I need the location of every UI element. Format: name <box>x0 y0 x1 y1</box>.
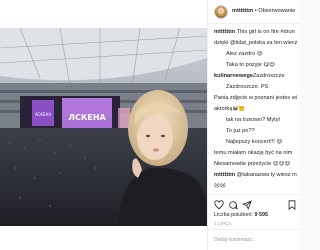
comment-text: Najlepszy koncert!!! 😍 <box>226 139 283 145</box>
separator: • <box>254 8 257 14</box>
username-link[interactable]: mttttttm <box>232 8 253 14</box>
comment-text: dzięki @tidal_polska za ten wiecz <box>214 40 297 46</box>
comment-text: tak na trzezwo? Mytyl <box>226 117 280 123</box>
comment-row: Niesamowite przeżycie 😍😍😍 <box>214 161 297 168</box>
comment-row: mttttttm This girl is on fire #drun <box>214 29 297 36</box>
heart-icon[interactable] <box>214 200 224 210</box>
comment-author[interactable]: mttttttm <box>214 172 235 178</box>
comment-row: To juz po?? <box>214 128 297 135</box>
comment-author[interactable]: kulinarnewege <box>214 73 253 79</box>
comment-icon[interactable] <box>228 200 238 210</box>
comment-row: aktorką😁🙂 <box>214 106 297 113</box>
comments-list: mttttttm This girl is on fire #drun dzięk… <box>208 26 300 194</box>
likes-number: 9 595 <box>254 212 268 218</box>
follow-button[interactable]: Obserwowanie <box>258 8 295 14</box>
post-author: mttttttm • Obserwowanie <box>232 8 295 14</box>
post-sidebar: mttttttm • Obserwowanie mttttttm This gi… <box>207 0 300 250</box>
post-timestamp: 1 LIPCA <box>214 221 232 226</box>
comment-row: 😢😢 <box>214 183 297 190</box>
comment-row: Taka to pozyje 😋😍 <box>214 62 297 69</box>
add-comment-bar[interactable]: Dodaj komentarz... <box>208 229 300 250</box>
comment-row: kulinarnewegeZazdroszcze <box>214 73 297 80</box>
likes-label: Liczba polubień: <box>214 212 253 218</box>
comment-text: Zazdroszcze <box>252 73 285 79</box>
comment-row: tak na trzezwo? Mytyl <box>214 117 297 124</box>
comment-row: Alez zazdro 😍 <box>214 51 297 58</box>
svg-text:ACKEAA: ACKEAA <box>35 112 51 117</box>
comment-text: aktorką😁🙂 <box>214 106 246 112</box>
bookmark-icon[interactable] <box>287 200 297 210</box>
comment-text: Niesamowite przeżycie 😍😍😍 <box>214 161 291 167</box>
comment-row: temu miałam okazję być na nim <box>214 150 297 157</box>
svg-text:ЛСКЕНА: ЛСКЕНА <box>68 113 106 122</box>
share-icon[interactable] <box>242 200 252 210</box>
comment-text: Zazdroszcze. PS <box>226 84 269 90</box>
comment-text: Panią zdjęcie w poznani jestes wi <box>214 95 297 101</box>
comment-text: Alez zazdro 😍 <box>226 51 263 57</box>
comment-row: mttttttm @takanazwa ty wiesz m <box>214 172 297 179</box>
comment-text: Taka to pozyje 😋😍 <box>226 62 275 68</box>
comment-row: dzięki @tidal_polska za ten wiecz <box>214 40 297 47</box>
instagram-post: ACKEAA ЛСКЕНА mttttttm • Obserwowanie mt… <box>0 0 300 250</box>
avatar[interactable] <box>214 5 228 19</box>
comment-row: Panią zdjęcie w poznani jestes wi <box>214 95 297 102</box>
concert-photo: ACKEAA ЛСКЕНА <box>0 28 207 226</box>
add-comment-input[interactable]: Dodaj komentarz... <box>214 237 256 243</box>
comment-text: To juz po?? <box>226 128 255 134</box>
likes-count[interactable]: Liczba polubień: 9 595 <box>214 212 268 218</box>
comment-text: This girl is on fire #drun <box>235 29 295 35</box>
post-photo[interactable]: ACKEAA ЛСКЕНА <box>0 28 207 226</box>
photo-bottom-area <box>0 226 207 250</box>
comment-row: Zazdroszcze. PS <box>214 84 297 91</box>
post-header: mttttttm • Obserwowanie <box>208 0 300 24</box>
comment-text: @takanazwa ty wiesz m <box>235 172 297 178</box>
comment-text: temu miałam okazję być na nim <box>214 150 293 156</box>
comment-author[interactable]: mttttttm <box>214 29 235 35</box>
comment-text: 😢😢 <box>214 183 226 189</box>
comment-row: Najlepszy koncert!!! 😍 <box>214 139 297 146</box>
